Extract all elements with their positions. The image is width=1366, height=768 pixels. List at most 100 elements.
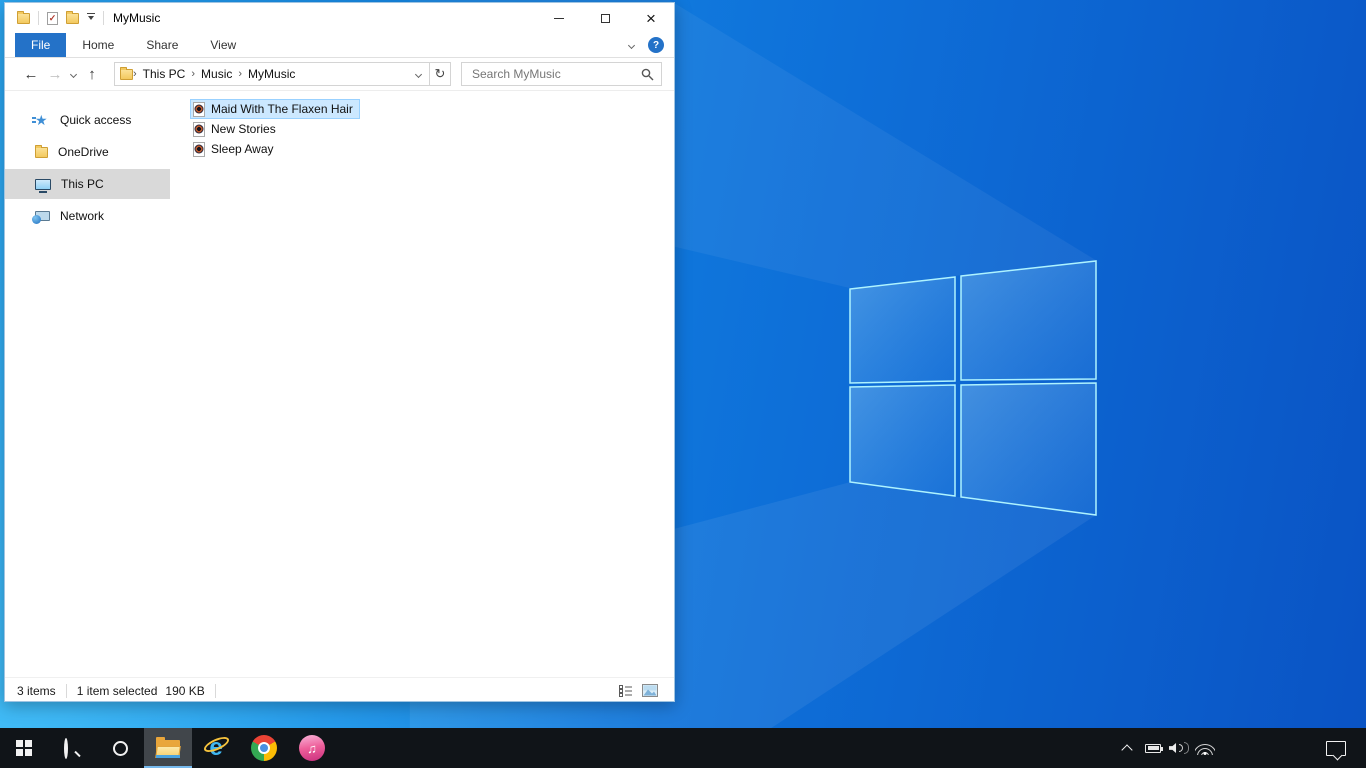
close-icon: × (646, 8, 656, 28)
sidebar-item-label: Network (60, 209, 105, 223)
breadcrumb-mymusic[interactable]: MyMusic (242, 67, 301, 81)
sidebar-item-network[interactable]: Network (5, 201, 170, 231)
file-row[interactable]: New Stories (190, 119, 283, 139)
search-box[interactable] (461, 62, 662, 86)
maximize-icon (600, 13, 610, 23)
refresh-button[interactable]: ↻ (429, 62, 451, 86)
sidebar-item-label: Quick access (60, 113, 132, 127)
quick-access-star-icon: ★ (32, 113, 50, 127)
file-row[interactable]: Sleep Away (190, 139, 281, 159)
search-icon (641, 68, 654, 80)
customize-line (87, 12, 95, 15)
titlebar[interactable]: ✓ MyMusic × (5, 3, 674, 33)
help-icon[interactable]: ? (648, 37, 664, 53)
window-folder-icon (17, 10, 30, 24)
itunes-button[interactable]: ♫ (288, 728, 336, 768)
address-folder-icon (120, 66, 133, 80)
titlebar-separator (103, 11, 104, 25)
address-dropdown-button[interactable] (407, 70, 429, 78)
music-file-icon (193, 101, 205, 117)
file-explorer-icon (155, 737, 181, 758)
tab-file[interactable]: File (15, 33, 67, 57)
start-button[interactable] (0, 728, 48, 768)
file-name: Maid With The Flaxen Hair (211, 102, 353, 116)
windows-logo (849, 260, 1097, 516)
battery-icon (1145, 743, 1163, 753)
internet-explorer-icon: e (201, 733, 232, 761)
music-file-icon (193, 121, 205, 137)
customize-arrow (88, 16, 94, 23)
battery-button[interactable] (1140, 743, 1166, 753)
sidebar-item-this-pc[interactable]: This PC (5, 169, 170, 199)
taskbar-file-explorer-button[interactable] (144, 728, 192, 768)
taskbar-search-button[interactable] (48, 728, 96, 768)
sidebar-item-label: This PC (61, 177, 104, 191)
address-bar[interactable]: › This PC › Music › MyMusic (114, 62, 430, 86)
close-button[interactable]: × (628, 3, 674, 33)
system-tray (1114, 728, 1366, 768)
titlebar-separator (38, 11, 39, 25)
cortana-button[interactable] (96, 728, 144, 768)
volume-button[interactable] (1166, 742, 1192, 754)
music-file-icon (193, 141, 205, 157)
taskbar: e ♫ (0, 728, 1366, 768)
selection-count: 1 item selected (76, 683, 158, 698)
back-button[interactable]: ← (19, 66, 43, 83)
internet-explorer-button[interactable]: e (192, 728, 240, 768)
tab-view[interactable]: View (194, 33, 252, 57)
search-icon (64, 738, 81, 759)
cortana-icon (112, 740, 128, 756)
itunes-icon: ♫ (299, 735, 325, 761)
sidebar-item-onedrive[interactable]: OneDrive (5, 137, 170, 167)
new-folder-icon[interactable] (66, 10, 79, 24)
expand-ribbon-icon[interactable] (627, 41, 636, 49)
hidden-icons-button[interactable] (1114, 742, 1140, 756)
folder-icon (35, 144, 48, 158)
details-view-button[interactable] (619, 684, 633, 697)
file-row[interactable]: Maid With The Flaxen Hair (190, 99, 360, 119)
window-controls: × (536, 3, 674, 33)
minimize-icon (554, 17, 564, 19)
status-separator (214, 683, 216, 698)
wifi-button[interactable] (1192, 742, 1218, 755)
status-separator (65, 683, 67, 698)
action-center-icon (1326, 740, 1346, 761)
tab-share[interactable]: Share (130, 33, 194, 57)
window-title: MyMusic (113, 11, 161, 25)
chrome-icon (251, 735, 277, 761)
properties-icon[interactable]: ✓ (47, 11, 58, 25)
file-name: Sleep Away (211, 142, 274, 156)
main-content: ★ Quick access OneDrive This PC Network (5, 91, 674, 677)
breadcrumb-music[interactable]: Music (195, 67, 238, 81)
wifi-icon (1195, 742, 1215, 755)
up-button[interactable]: ↑ (80, 66, 104, 83)
selection-size: 190 KB (165, 683, 205, 698)
file-name: New Stories (211, 122, 276, 136)
chrome-button[interactable] (240, 728, 288, 768)
action-center-button[interactable] (1318, 728, 1354, 768)
sidebar-item-quick-access[interactable]: ★ Quick access (5, 105, 170, 135)
forward-button[interactable]: → (43, 66, 67, 83)
network-icon (32, 211, 50, 224)
sidebar-item-label: OneDrive (58, 145, 109, 159)
monitor-icon (35, 178, 51, 190)
file-explorer-window: ✓ MyMusic × File Home Share View ? ← → ↑… (4, 2, 675, 702)
customize-quick-access-toolbar-icon[interactable] (87, 12, 95, 24)
file-list: Maid With The Flaxen Hair New Stories Sl… (170, 91, 674, 677)
chevron-down-icon (414, 70, 422, 78)
item-count: 3 items (17, 683, 56, 698)
status-bar: 3 items 1 item selected 190 KB (5, 677, 674, 703)
tab-home[interactable]: Home (66, 33, 130, 57)
navigation-bar: ← → ↑ › This PC › Music › MyMusic ↻ (5, 58, 674, 91)
volume-icon (1169, 742, 1189, 754)
screen: ✓ MyMusic × File Home Share View ? ← → ↑… (0, 0, 1366, 768)
thumbnail-view-button[interactable] (642, 684, 658, 697)
ribbon-tabs: File Home Share View ? (5, 33, 674, 58)
breadcrumb-this-pc[interactable]: This PC (137, 67, 192, 81)
navigation-pane: ★ Quick access OneDrive This PC Network (5, 91, 170, 677)
windows-start-icon (16, 740, 32, 756)
maximize-button[interactable] (582, 3, 628, 33)
search-input[interactable] (470, 66, 641, 82)
minimize-button[interactable] (536, 3, 582, 33)
recent-locations-icon[interactable] (69, 70, 78, 78)
